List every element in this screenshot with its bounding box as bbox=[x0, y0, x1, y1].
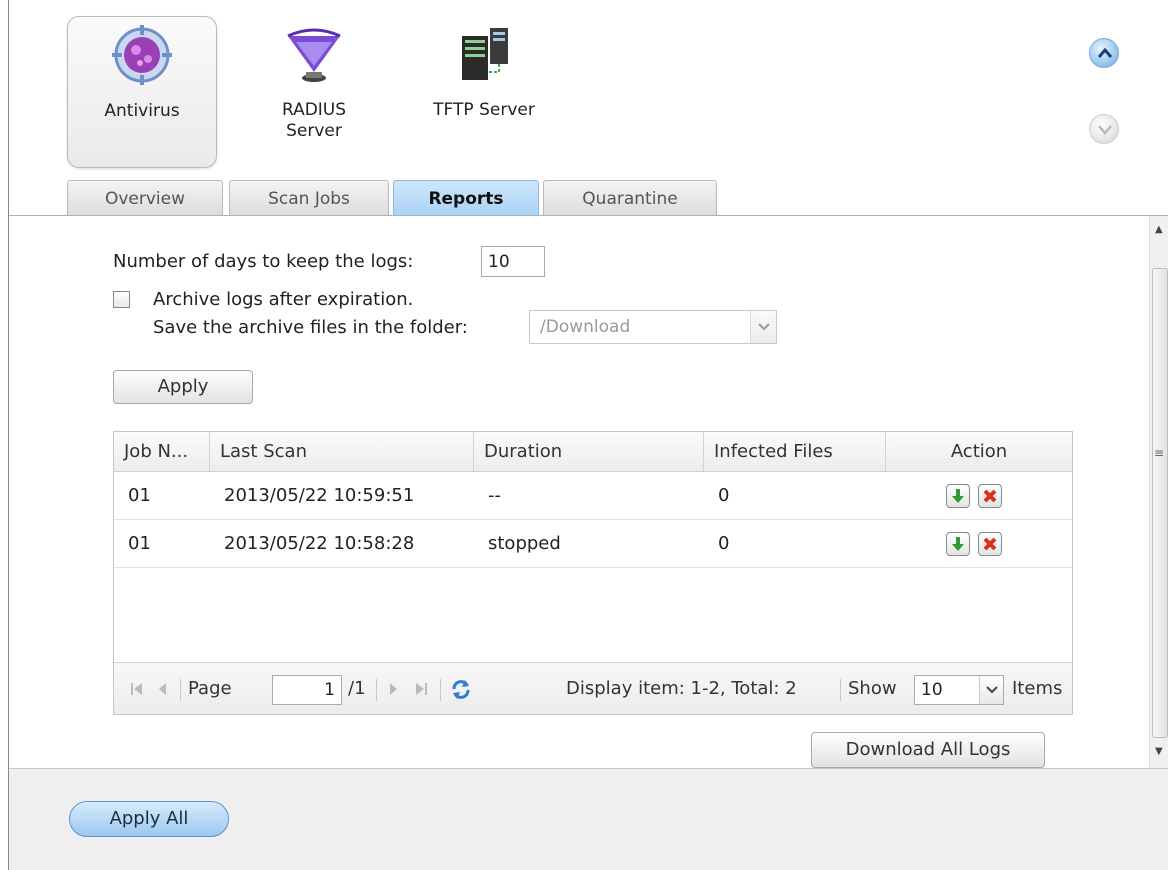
chevron-down-icon bbox=[979, 676, 1003, 704]
tab-scan-jobs[interactable]: Scan Jobs bbox=[229, 180, 389, 216]
days-to-keep-input[interactable] bbox=[481, 246, 545, 277]
column-header-duration[interactable]: Duration bbox=[474, 432, 704, 471]
page-total: /1 bbox=[348, 678, 366, 699]
tab-quarantine[interactable]: Quarantine bbox=[543, 180, 717, 216]
download-all-logs-button[interactable]: Download All Logs bbox=[811, 732, 1045, 768]
pager-separator bbox=[376, 679, 377, 701]
cell-job: 01 bbox=[128, 485, 151, 506]
delete-log-button[interactable] bbox=[977, 532, 1002, 556]
apply-button[interactable]: Apply bbox=[113, 370, 253, 404]
download-icon bbox=[952, 537, 964, 551]
chevron-down-icon bbox=[1098, 125, 1112, 135]
refresh-icon[interactable] bbox=[450, 677, 472, 708]
radius-server-icon bbox=[287, 28, 341, 82]
scroll-up-button[interactable] bbox=[1089, 38, 1119, 68]
last-page-icon[interactable] bbox=[414, 677, 428, 708]
archive-folder-select[interactable]: /Download bbox=[529, 310, 777, 344]
previous-page-icon[interactable] bbox=[158, 677, 168, 708]
chevron-up-icon bbox=[1097, 47, 1113, 58]
pagination-bar: Page /1 Display item: 1-2, Total: 2 Show bbox=[114, 662, 1072, 714]
cell-infected-files: 0 bbox=[718, 485, 730, 506]
tab-reports[interactable]: Reports bbox=[393, 180, 539, 216]
download-icon bbox=[952, 489, 964, 503]
pager-separator bbox=[840, 679, 841, 701]
apply-all-button[interactable]: Apply All bbox=[69, 801, 229, 837]
pager-separator bbox=[180, 679, 181, 701]
app-window: Antivirus RADIUS Server TFTP Server Over… bbox=[8, 0, 1168, 870]
tftp-server-icon bbox=[462, 28, 508, 80]
pager-separator bbox=[440, 679, 441, 701]
table-header: Job N... Last Scan Duration Infected Fil… bbox=[114, 432, 1072, 472]
column-header-last-scan[interactable]: Last Scan bbox=[210, 432, 474, 471]
display-item-summary: Display item: 1-2, Total: 2 bbox=[566, 678, 797, 699]
app-tftp-server[interactable]: TFTP Server bbox=[409, 16, 559, 168]
items-label: Items bbox=[1012, 678, 1063, 699]
app-label: RADIUS Server bbox=[281, 100, 347, 141]
scrollbar-thumb[interactable] bbox=[1152, 268, 1168, 738]
vertical-scrollbar[interactable]: ▲ ≡ ▼ bbox=[1149, 216, 1168, 768]
page-number-input[interactable] bbox=[272, 675, 342, 705]
column-header-infected-files[interactable]: Infected Files bbox=[704, 432, 886, 471]
app-label: TFTP Server bbox=[433, 100, 535, 120]
column-header-action: Action bbox=[950, 441, 1008, 462]
items-per-page-select[interactable]: 10 bbox=[914, 675, 1004, 705]
show-label: Show bbox=[848, 678, 897, 699]
cell-last-scan: 2013/05/22 10:58:28 bbox=[224, 533, 415, 554]
reports-table: Job N... Last Scan Duration Infected Fil… bbox=[113, 431, 1073, 715]
app-antivirus[interactable]: Antivirus bbox=[67, 16, 217, 168]
days-to-keep-label: Number of days to keep the logs: bbox=[113, 251, 414, 272]
cell-duration: -- bbox=[488, 485, 501, 506]
chevron-down-icon bbox=[750, 311, 776, 343]
reports-panel: Number of days to keep the logs: Archive… bbox=[9, 216, 1149, 768]
scroll-up-arrow-icon[interactable]: ▲ bbox=[1155, 224, 1163, 235]
archive-logs-label: Archive logs after expiration. bbox=[153, 289, 414, 310]
table-row[interactable]: 01 2013/05/22 10:59:51 -- 0 bbox=[114, 472, 1072, 520]
archive-folder-value: /Download bbox=[540, 317, 631, 337]
delete-icon bbox=[983, 489, 997, 503]
antivirus-icon bbox=[112, 25, 172, 85]
page-label: Page bbox=[188, 678, 232, 699]
cell-duration: stopped bbox=[488, 533, 561, 554]
app-radius-server[interactable]: RADIUS Server bbox=[239, 16, 389, 168]
cell-job: 01 bbox=[128, 533, 151, 554]
app-label: Antivirus bbox=[104, 101, 180, 121]
column-header-job[interactable]: Job N... bbox=[114, 432, 210, 471]
scroll-down-button[interactable] bbox=[1089, 114, 1119, 144]
table-row[interactable]: 01 2013/05/22 10:58:28 stopped 0 bbox=[114, 520, 1072, 568]
download-log-button[interactable] bbox=[946, 532, 970, 556]
row-actions bbox=[946, 532, 1004, 556]
delete-icon bbox=[983, 537, 997, 551]
scroll-down-arrow-icon[interactable]: ▼ bbox=[1155, 746, 1163, 757]
footer-bar: Apply All bbox=[9, 768, 1168, 870]
download-log-button[interactable] bbox=[946, 484, 970, 508]
archive-folder-label: Save the archive files in the folder: bbox=[153, 317, 468, 338]
items-per-page-value: 10 bbox=[921, 680, 943, 700]
cell-last-scan: 2013/05/22 10:59:51 bbox=[224, 485, 415, 506]
scrollbar-grip-icon: ≡ bbox=[1154, 446, 1165, 460]
delete-log-button[interactable] bbox=[977, 484, 1002, 508]
next-page-icon[interactable] bbox=[388, 677, 398, 708]
first-page-icon[interactable] bbox=[130, 677, 144, 708]
tab-overview[interactable]: Overview bbox=[67, 180, 223, 216]
archive-logs-checkbox[interactable] bbox=[113, 291, 130, 308]
row-actions bbox=[946, 484, 1004, 508]
cell-infected-files: 0 bbox=[718, 533, 730, 554]
